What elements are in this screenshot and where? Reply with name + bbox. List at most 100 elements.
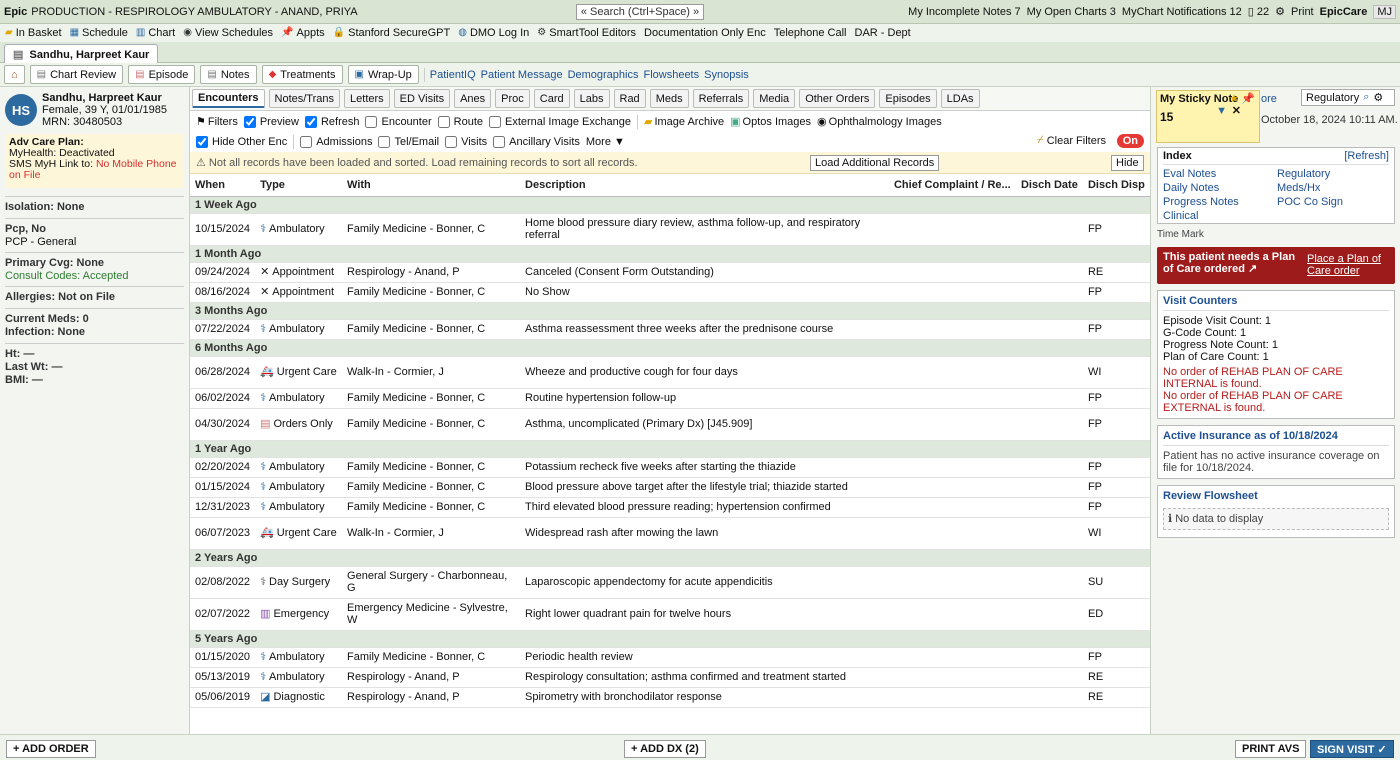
tab-episodes[interactable]: Episodes [879, 89, 937, 108]
menu-item-stanford-securegpt[interactable]: 🔒 Stanford SecureGPT [333, 27, 451, 39]
group-header-row[interactable]: 5 Years Ago [190, 630, 1150, 648]
group-header-row[interactable]: 2 Years Ago [190, 549, 1150, 567]
menu-item-documentation-only-enc[interactable]: Documentation Only Enc [644, 27, 766, 39]
menu-item-telephone-call[interactable]: Telephone Call [774, 27, 847, 39]
epic-logo[interactable]: Epic [4, 6, 27, 18]
chart-review-button[interactable]: ▤ Chart Review [29, 65, 124, 84]
ancillary-checkbox-input[interactable] [493, 136, 506, 148]
index-link-clinical[interactable]: Clinical [1163, 210, 1277, 223]
avatar[interactable]: HS [5, 94, 37, 126]
print-button[interactable]: Print [1291, 6, 1314, 18]
sticky-note[interactable]: My Sticky Note ★ 📌 ▼ ✕ 15 [1156, 90, 1260, 143]
close-icon[interactable]: ✕ [1232, 106, 1241, 117]
ancillary-visits-checkbox[interactable]: Ancillary Visits [493, 136, 580, 148]
menu-item-appts[interactable]: 📌 Appts [281, 27, 325, 39]
admissions-checkbox[interactable]: Admissions [300, 136, 372, 148]
index-link-progress-notes[interactable]: Progress Notes [1163, 196, 1277, 209]
visit-counters-title[interactable]: Visit Counters [1163, 295, 1389, 311]
table-row[interactable]: 07/22/2024 ⚕ Ambulatory Family Medicine - B… [190, 319, 1150, 340]
meds-section[interactable]: Current Meds: 0 Infection: None [5, 308, 184, 339]
search-icon[interactable]: ⌕ [1363, 91, 1369, 104]
external-image-exchange-checkbox[interactable]: External Image Exchange [489, 115, 631, 128]
place-plan-of-care-link[interactable]: Place a Plan of Care order [1307, 253, 1389, 277]
tab-ed-visits[interactable]: ED Visits [393, 89, 451, 108]
menu-item-view-schedules[interactable]: ◉ View Schedules [183, 27, 273, 39]
coverage-section[interactable]: Primary Cvg: None Consult Codes: Accepted [5, 252, 184, 283]
menu-item-schedule[interactable]: ▦ Schedule [70, 27, 128, 39]
menu-item-dmo-log-in[interactable]: ◍ DMO Log In [458, 27, 529, 39]
gear-icon[interactable]: ⚙ [1373, 91, 1383, 104]
load-additional-records-button[interactable]: Load Additional Records [810, 155, 940, 171]
column-header[interactable]: With [342, 174, 521, 197]
admissions-checkbox-input[interactable] [300, 136, 313, 148]
external-image-checkbox-input[interactable] [489, 115, 501, 128]
encounter-checkbox[interactable]: Encounter [365, 115, 432, 128]
menu-item-dar-dept[interactable]: DAR - Dept [855, 27, 911, 39]
visits-checkbox[interactable]: Visits [445, 136, 487, 148]
table-row[interactable]: 01/15/2024 ⚕ Ambulatory Family Medicine - B… [190, 477, 1150, 498]
patient-message-link[interactable]: Patient Message [481, 69, 563, 81]
wrap-up-button[interactable]: ▣ Wrap-Up [347, 65, 419, 84]
table-row[interactable]: 09/24/2024 ✕ Appointment Respirology - Anan… [190, 262, 1150, 283]
tab-media[interactable]: Media [753, 89, 796, 108]
table-row[interactable]: 10/15/2024 ⚕ Ambulatory Family Medicine - B… [190, 213, 1150, 246]
table-row[interactable]: 06/02/2024 ⚕ Ambulatory Family Medicine - B… [190, 388, 1150, 409]
route-checkbox-input[interactable] [437, 115, 450, 128]
regulatory-search[interactable]: Regulatory ⌕ ⚙ [1301, 89, 1395, 106]
pin-icon[interactable]: 📌 [1241, 94, 1255, 105]
menu-item-smarttool-editors[interactable]: ⚙ SmartTool Editors [537, 27, 636, 39]
tab-anes[interactable]: Anes [454, 89, 492, 108]
open-charts-link[interactable]: My Open Charts 3 [1027, 6, 1116, 18]
column-header[interactable]: Type [255, 174, 343, 197]
index-refresh-link[interactable]: [Refresh] [1344, 150, 1389, 162]
patient-name[interactable]: Sandhu, Harpreet Kaur [42, 92, 162, 104]
index-link-daily-notes[interactable]: Daily Notes [1163, 182, 1277, 195]
tab-letters[interactable]: Letters [344, 89, 390, 108]
group-header-row[interactable]: 1 Year Ago [190, 440, 1150, 458]
mychart-notifications-link[interactable]: MyChart Notifications 12 [1122, 6, 1242, 18]
notes-button[interactable]: ▤ Notes [200, 65, 257, 84]
index-link-eval-notes[interactable]: Eval Notes [1163, 168, 1277, 181]
preview-checkbox-input[interactable] [243, 115, 256, 128]
vitals-section[interactable]: Ht: — Last Wt: — BMI: — [5, 343, 184, 387]
table-row[interactable]: 02/07/2022 ▥ Emergency Emergency Medicine -… [190, 598, 1150, 631]
tel-email-checkbox-input[interactable] [378, 136, 391, 148]
episode-button[interactable]: ▤ Episode [128, 65, 196, 84]
refresh-checkbox-input[interactable] [304, 115, 317, 128]
hide-warning-button[interactable]: Hide [1111, 155, 1144, 171]
flowsheets-link[interactable]: Flowsheets [643, 69, 699, 81]
sign-visit-button[interactable]: SIGN VISIT ✓ [1310, 740, 1394, 758]
column-header[interactable]: Description [520, 174, 889, 197]
group-header-row[interactable]: 1 Week Ago [190, 196, 1150, 214]
more-filters-dropdown[interactable]: More ▼ [586, 136, 625, 148]
incomplete-notes-link[interactable]: My Incomplete Notes 7 [908, 6, 1021, 18]
column-header[interactable]: Disch Disp [1082, 174, 1150, 197]
visits-checkbox-input[interactable] [445, 136, 458, 148]
more-link[interactable]: ore [1261, 93, 1277, 105]
image-archive-button[interactable]: ▰ Image Archive [644, 115, 724, 129]
user-menu-button[interactable]: MJ [1373, 4, 1396, 19]
optos-images-button[interactable]: ▣ Optos Images [730, 115, 811, 129]
tab-referrals[interactable]: Referrals [692, 89, 750, 108]
star-icon[interactable]: ★ [1229, 94, 1239, 105]
table-row[interactable]: 05/06/2019 ◪ Diagnostic Respirology - Anand… [190, 687, 1150, 708]
table-row[interactable]: 06/07/2023 🚑 Urgent Care Walk-In - Cormier,… [190, 517, 1150, 550]
pcp-section[interactable]: Pcp, No PCP - General [5, 218, 184, 249]
demographics-link[interactable]: Demographics [568, 69, 639, 81]
table-row[interactable]: 05/13/2019 ⚕ Ambulatory Respirology - Anand… [190, 667, 1150, 688]
treatments-button[interactable]: ◆ Treatments [261, 65, 343, 84]
tab-labs[interactable]: Labs [573, 89, 610, 108]
settings-gear-icon[interactable]: ⚙ [1275, 5, 1285, 18]
route-checkbox[interactable]: Route [437, 115, 483, 128]
insurance-title[interactable]: Active Insurance as of 10/18/2024 [1163, 430, 1389, 446]
menu-item-chart[interactable]: ▥ Chart [136, 27, 175, 39]
hide-other-enc-checkbox[interactable]: Hide Other Enc [196, 136, 287, 148]
table-row[interactable]: 02/20/2024 ⚕ Ambulatory Family Medicine - B… [190, 457, 1150, 478]
index-link-regulatory[interactable]: Regulatory [1277, 168, 1391, 181]
encounter-checkbox-input[interactable] [365, 115, 378, 128]
column-header[interactable]: When [190, 174, 256, 197]
tab-proc[interactable]: Proc [495, 89, 530, 108]
search-input[interactable]: « Search (Ctrl+Space) » [576, 4, 704, 20]
isolation-section[interactable]: Isolation: None [5, 196, 184, 214]
add-order-button[interactable]: + ADD ORDER [6, 740, 96, 758]
